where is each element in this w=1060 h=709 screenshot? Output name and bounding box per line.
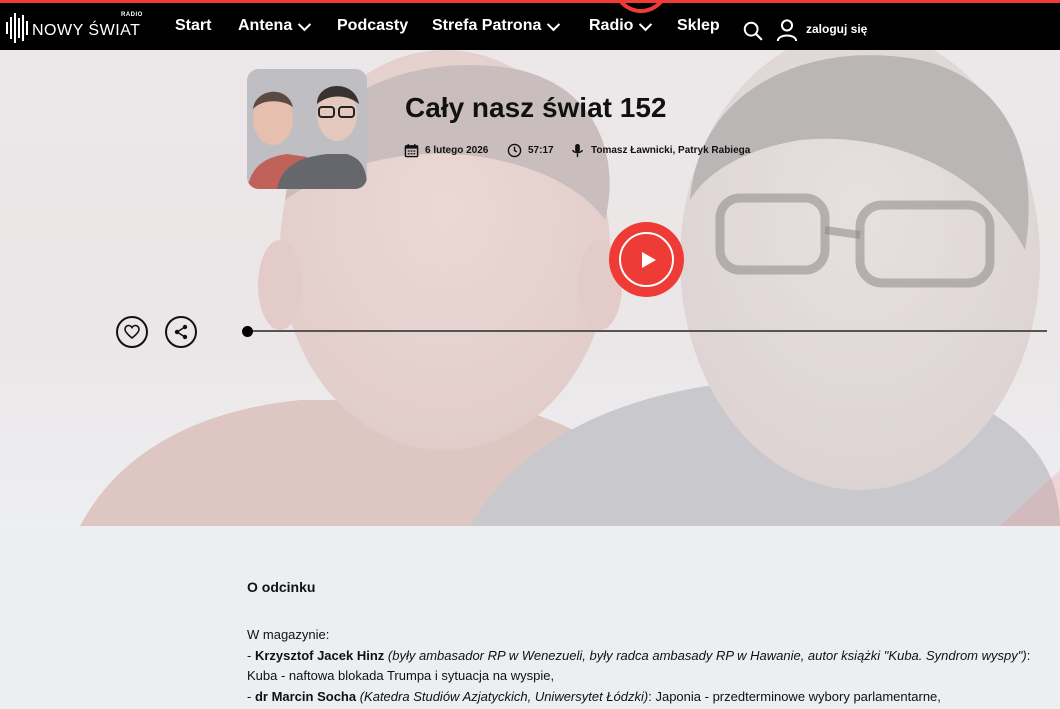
share-icon <box>174 324 188 340</box>
chevron-down-icon <box>547 22 561 31</box>
favorite-button[interactable] <box>116 316 148 348</box>
guest-name: dr Marcin Socha <box>254 688 357 704</box>
red-arc-decoration <box>613 0 669 13</box>
episode-description: W magazynie: - Krzysztof Jacek Hinz (był… <box>247 625 1047 707</box>
episode-title: Cały nasz świat 152 <box>405 92 667 123</box>
guest-role: (były ambasador RP w Wenezueli, były rad… <box>387 647 1027 663</box>
guest-name: Krzysztof Jacek Hinz <box>254 647 385 663</box>
chevron-down-icon <box>298 22 312 31</box>
nav-item-start[interactable]: Start <box>175 17 211 35</box>
guest-item: - dr Marcin Socha (Katedra Studiów Azjat… <box>247 688 941 704</box>
guest-topic: : Japonia - przedterminowe wybory parlam… <box>648 688 941 704</box>
microphone-icon <box>572 143 583 157</box>
chevron-down-icon <box>639 22 653 31</box>
brand-logo[interactable]: NOWY ŚWIAT RADIO <box>6 10 143 46</box>
login-link[interactable]: zaloguj się <box>806 22 867 36</box>
brand-sub: RADIO <box>121 12 143 18</box>
search-icon[interactable] <box>742 20 764 42</box>
heart-icon <box>124 324 140 340</box>
share-button[interactable] <box>165 316 197 348</box>
episode-duration: 57:17 <box>507 141 554 159</box>
nav-item-antena[interactable]: Antena <box>238 17 313 35</box>
episode-hosts: Tomasz Ławnicki, Patryk Rabiega <box>570 141 750 159</box>
calendar-icon <box>404 143 419 157</box>
episode-hero: Cały nasz świat 152 6 lutego 2026 57:17 … <box>0 50 1060 526</box>
top-navigation: NOWY ŚWIAT RADIO Start Antena Podcasty S… <box>0 0 1060 50</box>
play-button[interactable] <box>609 222 684 297</box>
guest-role: (Katedra Studiów Azjatyckich, Uniwersyte… <box>359 688 649 704</box>
about-title: O odcinku <box>247 579 316 595</box>
clock-icon <box>507 143 522 157</box>
audio-progress-track[interactable] <box>247 330 1047 332</box>
episode-date: 6 lutego 2026 <box>404 141 488 159</box>
guest-item: - Krzysztof Jacek Hinz (były ambasador R… <box>247 647 1031 684</box>
nav-item-sklep[interactable]: Sklep <box>677 17 720 35</box>
audio-progress-handle[interactable] <box>242 326 253 337</box>
episode-thumbnail <box>247 69 367 189</box>
nav-item-strefa-patrona[interactable]: Strefa Patrona <box>432 17 562 35</box>
description-intro: W magazynie: <box>247 627 330 642</box>
brand-name: NOWY ŚWIAT <box>32 22 141 39</box>
nav-item-podcasty[interactable]: Podcasty <box>337 17 408 35</box>
waveform-icon <box>6 13 28 43</box>
play-icon <box>641 251 656 268</box>
user-icon[interactable] <box>776 18 798 42</box>
nav-item-radio[interactable]: Radio <box>589 17 654 35</box>
